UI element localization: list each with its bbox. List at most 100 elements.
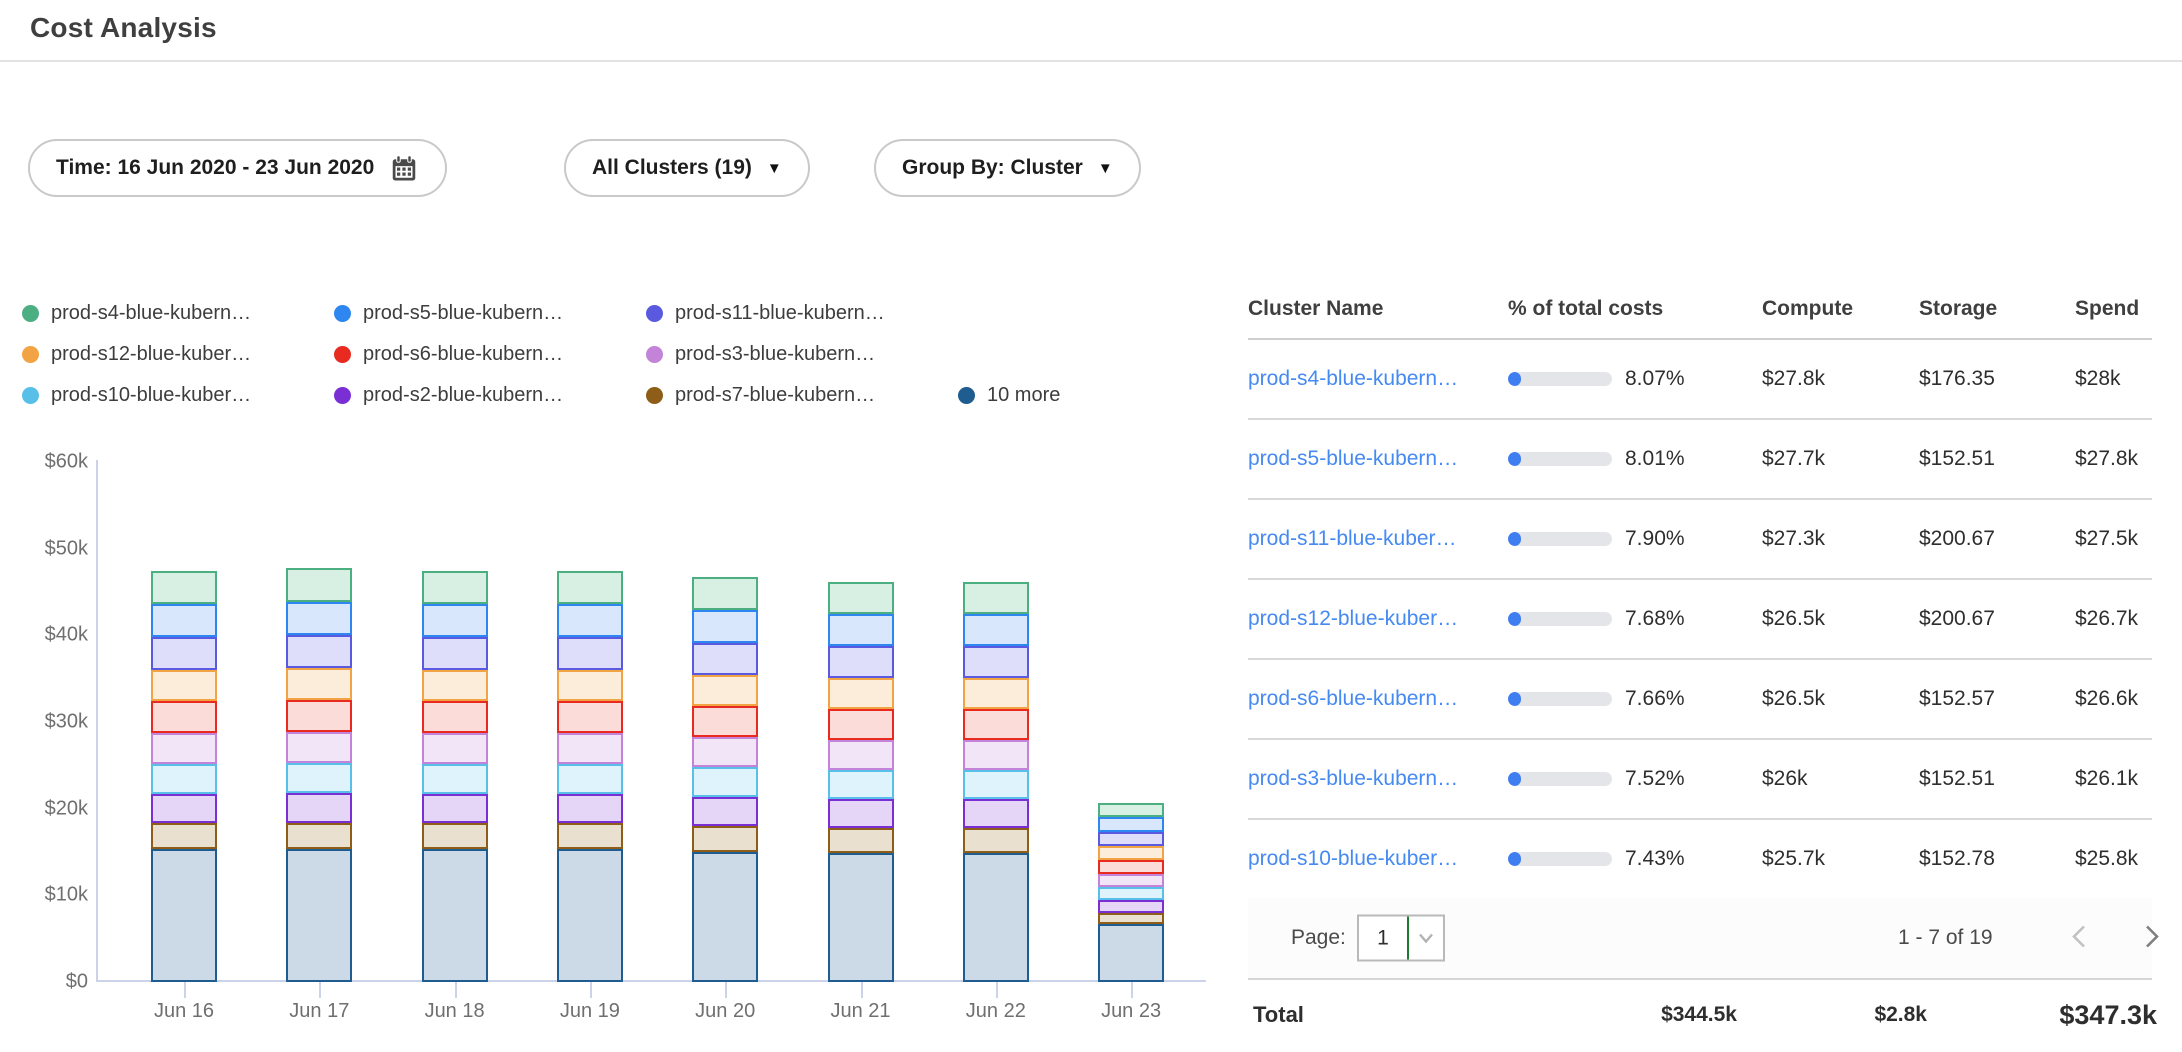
cluster-name-link[interactable]: prod-s5-blue-kubern…: [1248, 447, 1508, 471]
bar-segment-s12-jun-21[interactable]: [828, 678, 894, 709]
bar-segment-s12-jun-19[interactable]: [557, 670, 623, 702]
bar-segment-s12-jun-17[interactable]: [286, 668, 352, 700]
legend-item-s12[interactable]: prod-s12-blue-kuber…: [22, 343, 334, 366]
bar-segment-s12-jun-18[interactable]: [422, 670, 488, 702]
bar-segment-s10-jun-16[interactable]: [151, 764, 217, 794]
bar-segment-s3-jun-19[interactable]: [557, 733, 623, 764]
bar-segment-s10-jun-21[interactable]: [828, 770, 894, 799]
legend-item-more[interactable]: 10 more: [958, 384, 1060, 407]
bar-segment-s7-jun-19[interactable]: [557, 823, 623, 849]
bar-segment-s2-jun-20[interactable]: [692, 797, 758, 826]
bar-segment-s3-jun-23[interactable]: [1098, 874, 1164, 887]
bar-segment-s6-jun-19[interactable]: [557, 701, 623, 733]
clusters-filter-dropdown[interactable]: All Clusters (19) ▼: [564, 139, 810, 197]
next-page-button[interactable]: [2139, 922, 2165, 955]
bar-segment-s11-jun-21[interactable]: [828, 646, 894, 678]
bar-segment-more-jun-19[interactable]: [557, 849, 623, 982]
previous-page-button[interactable]: [2066, 922, 2092, 955]
bar-segment-s7-jun-18[interactable]: [422, 823, 488, 849]
cluster-name-link[interactable]: prod-s4-blue-kubern…: [1248, 367, 1508, 391]
bar-segment-s10-jun-20[interactable]: [692, 767, 758, 797]
bar-segment-more-jun-16[interactable]: [151, 849, 217, 982]
bar-segment-s2-jun-18[interactable]: [422, 794, 488, 823]
bar-segment-s6-jun-17[interactable]: [286, 700, 352, 732]
bar-segment-s2-jun-22[interactable]: [963, 799, 1029, 828]
legend-item-s11[interactable]: prod-s11-blue-kubern…: [646, 302, 958, 325]
bar-segment-s10-jun-22[interactable]: [963, 770, 1029, 799]
bar-segment-s2-jun-19[interactable]: [557, 794, 623, 823]
bar-segment-s11-jun-22[interactable]: [963, 646, 1029, 678]
bar-segment-s10-jun-18[interactable]: [422, 764, 488, 794]
bar-segment-s3-jun-22[interactable]: [963, 740, 1029, 770]
bar-segment-more-jun-21[interactable]: [828, 853, 894, 982]
bar-segment-s11-jun-17[interactable]: [286, 635, 352, 668]
bar-segment-s2-jun-21[interactable]: [828, 799, 894, 828]
bar-segment-s11-jun-16[interactable]: [151, 637, 217, 670]
bar-segment-s2-jun-16[interactable]: [151, 794, 217, 823]
bar-segment-s12-jun-16[interactable]: [151, 670, 217, 702]
bar-segment-s5-jun-17[interactable]: [286, 602, 352, 635]
bar-segment-more-jun-18[interactable]: [422, 849, 488, 982]
bar-segment-s6-jun-18[interactable]: [422, 701, 488, 733]
legend-item-s2[interactable]: prod-s2-blue-kubern…: [334, 384, 646, 407]
bar-segment-s7-jun-20[interactable]: [692, 826, 758, 852]
bar-segment-s5-jun-21[interactable]: [828, 614, 894, 646]
bar-segment-more-jun-22[interactable]: [963, 853, 1029, 982]
legend-item-s4[interactable]: prod-s4-blue-kubern…: [22, 302, 334, 325]
bar-segment-s6-jun-22[interactable]: [963, 709, 1029, 740]
bar-segment-s5-jun-20[interactable]: [692, 610, 758, 643]
legend-item-s10[interactable]: prod-s10-blue-kuber…: [22, 384, 334, 407]
bar-segment-s6-jun-21[interactable]: [828, 709, 894, 740]
legend-item-s7[interactable]: prod-s7-blue-kubern…: [646, 384, 958, 407]
bar-segment-s3-jun-17[interactable]: [286, 732, 352, 763]
group-by-dropdown[interactable]: Group By: Cluster ▼: [874, 139, 1141, 197]
bar-segment-s2-jun-17[interactable]: [286, 793, 352, 822]
time-range-filter[interactable]: Time: 16 Jun 2020 - 23 Jun 2020: [28, 139, 447, 197]
bar-segment-s4-jun-20[interactable]: [692, 577, 758, 610]
bar-segment-s3-jun-18[interactable]: [422, 733, 488, 764]
bar-segment-s4-jun-18[interactable]: [422, 571, 488, 604]
bar-segment-s5-jun-19[interactable]: [557, 604, 623, 637]
bar-segment-s3-jun-21[interactable]: [828, 740, 894, 770]
bar-segment-s12-jun-20[interactable]: [692, 675, 758, 706]
bar-segment-s3-jun-20[interactable]: [692, 737, 758, 767]
bar-segment-s4-jun-23[interactable]: [1098, 803, 1164, 818]
bar-segment-s5-jun-23[interactable]: [1098, 817, 1164, 831]
cluster-name-link[interactable]: prod-s6-blue-kubern…: [1248, 687, 1508, 711]
bar-segment-s4-jun-22[interactable]: [963, 582, 1029, 615]
bar-segment-s4-jun-19[interactable]: [557, 571, 623, 604]
bar-segment-more-jun-23[interactable]: [1098, 924, 1164, 982]
bar-segment-s11-jun-20[interactable]: [692, 643, 758, 675]
bar-segment-s11-jun-19[interactable]: [557, 637, 623, 670]
bar-segment-s10-jun-23[interactable]: [1098, 887, 1164, 900]
bar-segment-s11-jun-23[interactable]: [1098, 832, 1164, 846]
bar-segment-s12-jun-22[interactable]: [963, 678, 1029, 709]
bar-segment-more-jun-17[interactable]: [286, 849, 352, 982]
bar-segment-s7-jun-21[interactable]: [828, 828, 894, 853]
bar-segment-s7-jun-23[interactable]: [1098, 913, 1164, 924]
bar-segment-s4-jun-17[interactable]: [286, 568, 352, 602]
cluster-name-link[interactable]: prod-s3-blue-kubern…: [1248, 767, 1508, 791]
bar-segment-s7-jun-17[interactable]: [286, 823, 352, 849]
bar-segment-s11-jun-18[interactable]: [422, 637, 488, 670]
page-number-select[interactable]: 1: [1357, 915, 1445, 962]
legend-item-s6[interactable]: prod-s6-blue-kubern…: [334, 343, 646, 366]
cluster-name-link[interactable]: prod-s11-blue-kuber…: [1248, 527, 1508, 551]
bar-segment-s3-jun-16[interactable]: [151, 733, 217, 764]
bar-segment-s5-jun-16[interactable]: [151, 604, 217, 637]
bar-segment-s10-jun-19[interactable]: [557, 764, 623, 794]
legend-item-s3[interactable]: prod-s3-blue-kubern…: [646, 343, 958, 366]
cluster-name-link[interactable]: prod-s12-blue-kuber…: [1248, 607, 1508, 631]
cluster-name-link[interactable]: prod-s10-blue-kuber…: [1248, 847, 1508, 871]
bar-segment-s4-jun-21[interactable]: [828, 582, 894, 615]
bar-segment-s6-jun-20[interactable]: [692, 706, 758, 737]
legend-item-s5[interactable]: prod-s5-blue-kubern…: [334, 302, 646, 325]
bar-segment-s4-jun-16[interactable]: [151, 571, 217, 604]
bar-segment-s10-jun-17[interactable]: [286, 763, 352, 793]
bar-segment-s12-jun-23[interactable]: [1098, 846, 1164, 860]
bar-segment-s2-jun-23[interactable]: [1098, 900, 1164, 913]
bar-segment-more-jun-20[interactable]: [692, 852, 758, 982]
bar-segment-s6-jun-16[interactable]: [151, 701, 217, 733]
bar-segment-s5-jun-22[interactable]: [963, 614, 1029, 646]
bar-segment-s7-jun-16[interactable]: [151, 823, 217, 849]
